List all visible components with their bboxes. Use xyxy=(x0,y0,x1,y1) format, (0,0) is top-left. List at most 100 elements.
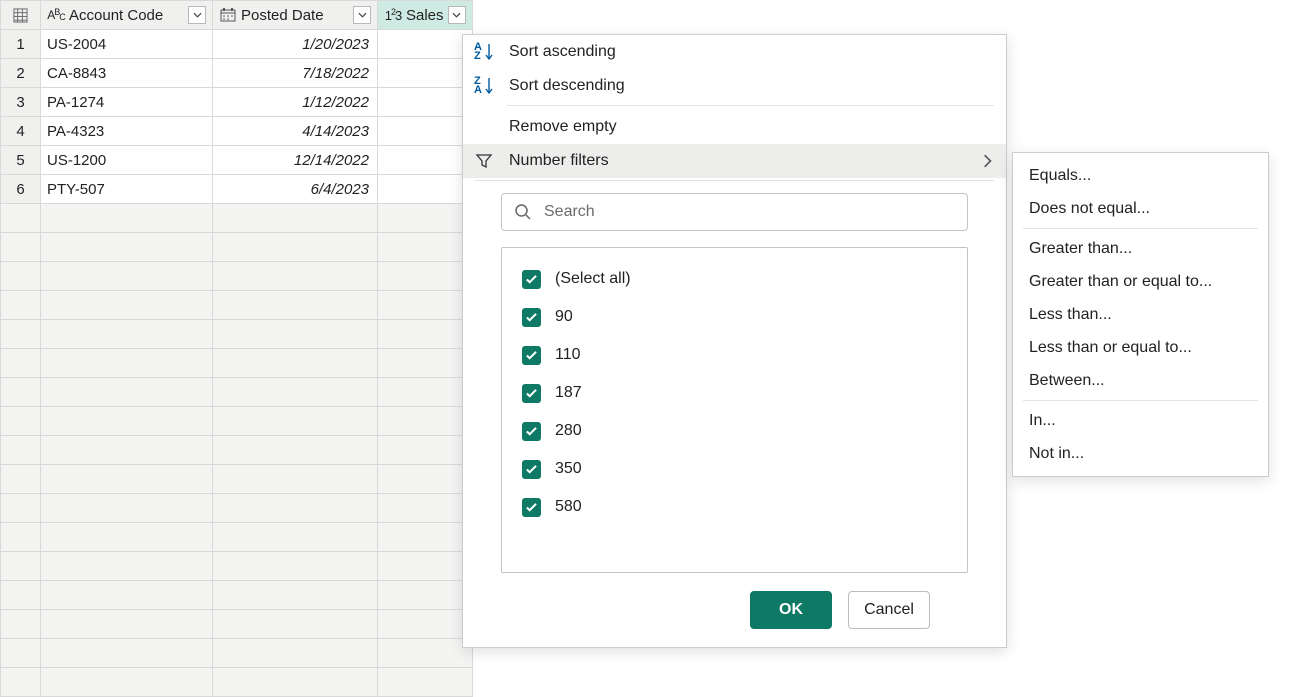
table-row[interactable]: 5 US-1200 12/14/2022 xyxy=(1,146,473,175)
cell-sales[interactable] xyxy=(378,88,473,117)
filter-value-item[interactable]: 350 xyxy=(522,456,947,482)
table-row-empty xyxy=(1,204,473,233)
table-row[interactable]: 3 PA-1274 1/12/2022 xyxy=(1,88,473,117)
checkbox-checked-icon[interactable] xyxy=(522,384,541,403)
menu-item-label: Equals... xyxy=(1029,167,1091,185)
checkbox-checked-icon[interactable] xyxy=(522,270,541,289)
text-type-icon: ABC xyxy=(47,8,65,22)
table-row-empty xyxy=(1,581,473,610)
menu-separator xyxy=(1023,228,1258,229)
cell-account-code[interactable]: PA-4323 xyxy=(41,117,213,146)
value-label: 110 xyxy=(555,346,581,364)
less-than-item[interactable]: Less than... xyxy=(1013,298,1268,331)
cell-sales[interactable] xyxy=(378,117,473,146)
sort-ascending-item[interactable]: AZ Sort ascending xyxy=(463,35,1006,69)
cell-posted-date[interactable]: 12/14/2022 xyxy=(213,146,378,175)
menu-separator xyxy=(507,105,994,106)
checkbox-checked-icon[interactable] xyxy=(522,346,541,365)
table-row-empty xyxy=(1,668,473,697)
column-filter-button[interactable] xyxy=(353,6,371,24)
table-row-empty xyxy=(1,291,473,320)
column-header-posted-date[interactable]: Posted Date xyxy=(213,1,378,30)
cell-sales[interactable] xyxy=(378,146,473,175)
table-row[interactable]: 4 PA-4323 4/14/2023 xyxy=(1,117,473,146)
cell-posted-date[interactable]: 4/14/2023 xyxy=(213,117,378,146)
table-row-empty xyxy=(1,465,473,494)
select-all-item[interactable]: (Select all) xyxy=(522,266,947,292)
table-row[interactable]: 1 US-2004 1/20/2023 xyxy=(1,30,473,59)
sort-descending-item[interactable]: ZA Sort descending xyxy=(463,69,1006,103)
row-number: 3 xyxy=(1,88,41,117)
filter-value-item[interactable]: 90 xyxy=(522,304,947,330)
cell-posted-date[interactable]: 1/20/2023 xyxy=(213,30,378,59)
not-in-item[interactable]: Not in... xyxy=(1013,437,1268,470)
cell-posted-date[interactable]: 6/4/2023 xyxy=(213,175,378,204)
table-row-empty xyxy=(1,320,473,349)
menu-item-label: Sort descending xyxy=(509,77,992,95)
value-label: 350 xyxy=(555,460,582,478)
equals-item[interactable]: Equals... xyxy=(1013,159,1268,192)
ok-button[interactable]: OK xyxy=(750,591,832,629)
cell-account-code[interactable]: PTY-507 xyxy=(41,175,213,204)
column-header-account-code[interactable]: ABC Account Code xyxy=(41,1,213,30)
cancel-button[interactable]: Cancel xyxy=(848,591,930,629)
menu-separator xyxy=(475,180,994,181)
menu-item-label: Number filters xyxy=(509,152,968,170)
cell-posted-date[interactable]: 1/12/2022 xyxy=(213,88,378,117)
table-row-empty xyxy=(1,436,473,465)
remove-empty-item[interactable]: Remove empty xyxy=(463,110,1006,144)
greater-than-equal-item[interactable]: Greater than or equal to... xyxy=(1013,265,1268,298)
menu-item-label: Sort ascending xyxy=(509,43,992,61)
filter-search-box[interactable] xyxy=(501,193,968,231)
chevron-down-icon xyxy=(452,12,461,18)
menu-item-label: Greater than or equal to... xyxy=(1029,273,1212,291)
button-label: Cancel xyxy=(864,601,914,619)
column-filter-button[interactable] xyxy=(448,6,466,24)
row-number: 1 xyxy=(1,30,41,59)
checkbox-checked-icon[interactable] xyxy=(522,422,541,441)
less-than-equal-item[interactable]: Less than or equal to... xyxy=(1013,331,1268,364)
in-item[interactable]: In... xyxy=(1013,404,1268,437)
cell-account-code[interactable]: US-1200 xyxy=(41,146,213,175)
cell-sales[interactable] xyxy=(378,59,473,88)
greater-than-item[interactable]: Greater than... xyxy=(1013,232,1268,265)
filter-value-item[interactable]: 187 xyxy=(522,380,947,406)
menu-item-label: Remove empty xyxy=(509,118,992,136)
checkbox-checked-icon[interactable] xyxy=(522,460,541,479)
cell-sales[interactable] xyxy=(378,30,473,59)
table-corner[interactable] xyxy=(1,1,41,30)
column-filter-button[interactable] xyxy=(188,6,206,24)
row-number: 2 xyxy=(1,59,41,88)
cell-sales[interactable] xyxy=(378,175,473,204)
table-row-empty xyxy=(1,378,473,407)
column-label: Posted Date xyxy=(241,7,349,24)
filter-value-item[interactable]: 580 xyxy=(522,494,947,520)
checkbox-checked-icon[interactable] xyxy=(522,308,541,327)
menu-item-label: Less than... xyxy=(1029,306,1112,324)
cell-account-code[interactable]: PA-1274 xyxy=(41,88,213,117)
table-row[interactable]: 2 CA-8843 7/18/2022 xyxy=(1,59,473,88)
table-row[interactable]: 6 PTY-507 6/4/2023 xyxy=(1,175,473,204)
cell-posted-date[interactable]: 7/18/2022 xyxy=(213,59,378,88)
value-label: (Select all) xyxy=(555,270,631,288)
filter-value-item[interactable]: 110 xyxy=(522,342,947,368)
number-filters-item[interactable]: Number filters xyxy=(463,144,1006,178)
number-type-icon: 123 xyxy=(384,8,402,23)
cell-account-code[interactable]: US-2004 xyxy=(41,30,213,59)
table-row-empty xyxy=(1,610,473,639)
search-input[interactable] xyxy=(542,202,955,222)
table-row-empty xyxy=(1,233,473,262)
menu-item-label: In... xyxy=(1029,412,1056,430)
value-label: 280 xyxy=(555,422,582,440)
data-table: ABC Account Code Posted Date xyxy=(0,0,473,697)
filter-values-list: (Select all) 90 110 187 280 350 xyxy=(501,247,968,573)
cell-account-code[interactable]: CA-8843 xyxy=(41,59,213,88)
checkbox-checked-icon[interactable] xyxy=(522,498,541,517)
column-label: Sales xyxy=(406,7,444,24)
filter-value-item[interactable]: 280 xyxy=(522,418,947,444)
column-header-sales[interactable]: 123 Sales xyxy=(378,1,473,30)
between-item[interactable]: Between... xyxy=(1013,364,1268,397)
does-not-equal-item[interactable]: Does not equal... xyxy=(1013,192,1268,225)
menu-item-label: Not in... xyxy=(1029,445,1084,463)
table-row-empty xyxy=(1,552,473,581)
